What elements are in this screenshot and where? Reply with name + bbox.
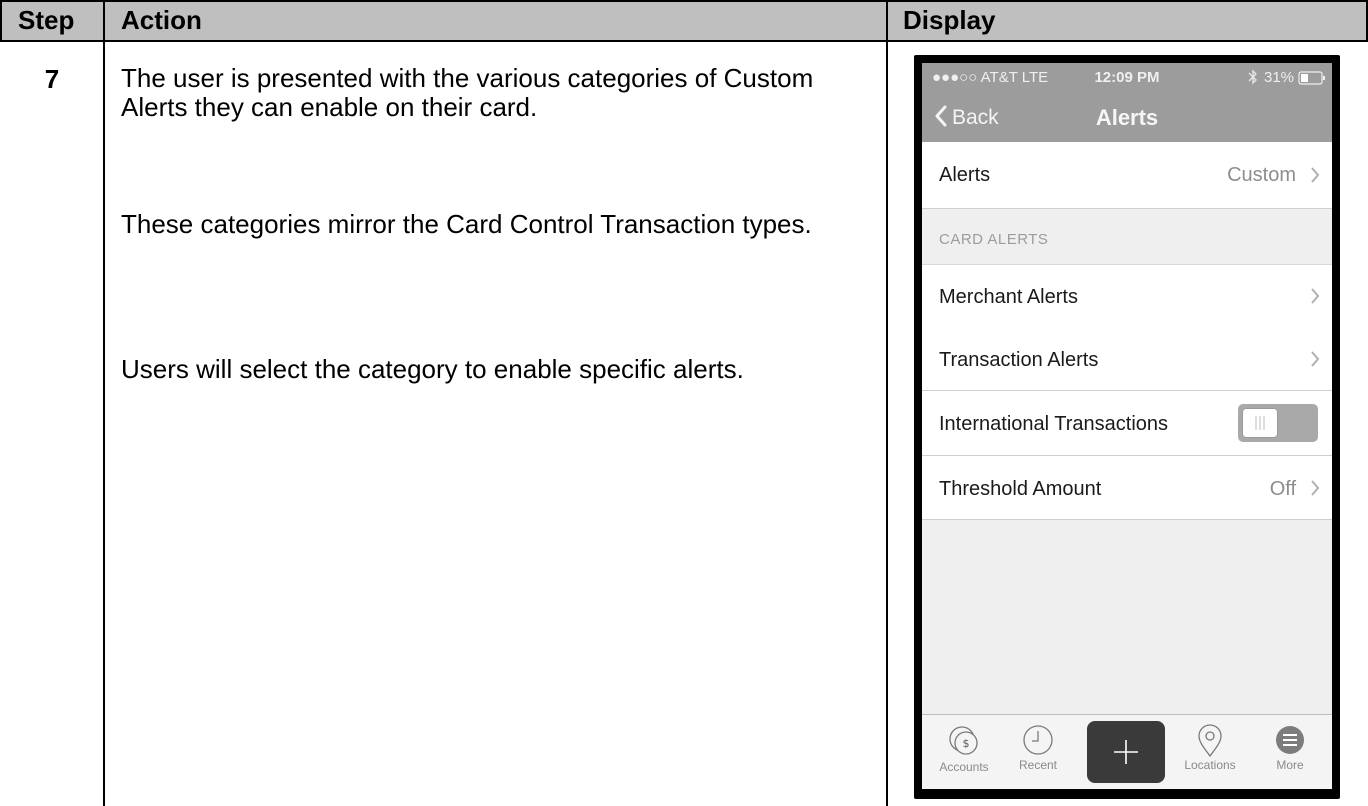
document-table: Step Action Display 7 The user is presen…: [0, 0, 1368, 806]
tab-more[interactable]: More: [1254, 723, 1326, 772]
chevron-right-icon: [1310, 166, 1320, 189]
transaction-alerts-label: Transaction Alerts: [939, 349, 1099, 371]
chevron-right-icon: [1310, 350, 1320, 373]
nav-bar: ●●●○○ AT&T LTE 12:09 PM 31% Back Alerts: [922, 63, 1332, 142]
step-number: 7: [44, 64, 60, 94]
header-bottom-border: [0, 40, 1368, 42]
header-display: Display: [903, 5, 996, 35]
threshold-amount-value: Off: [1269, 478, 1296, 500]
tab-locations-label: Locations: [1184, 758, 1236, 772]
battery-icon: [1298, 71, 1326, 90]
header-action: Action: [121, 5, 202, 35]
alerts-value: Custom: [1227, 164, 1296, 186]
international-transactions-label: International Transactions: [939, 413, 1169, 435]
tab-recent-label: Recent: [1018, 758, 1058, 772]
merchant-alerts-label: Merchant Alerts: [939, 286, 1078, 308]
col-divider-action: [886, 0, 888, 806]
action-paragraph-3: Users will select the category to enable…: [121, 354, 744, 384]
col-divider-step: [103, 0, 105, 806]
header-step: Step: [18, 5, 75, 35]
threshold-amount-label: Threshold Amount: [939, 478, 1102, 500]
tab-bar: $ Accounts Recent Locations More: [922, 714, 1332, 789]
phone-screen: ●●●○○ AT&T LTE 12:09 PM 31% Back Alerts: [922, 63, 1332, 789]
threshold-amount-row[interactable]: Threshold Amount Off: [922, 456, 1332, 520]
international-transactions-toggle[interactable]: [1238, 404, 1318, 442]
card-alerts-section-header: CARD ALERTS: [922, 209, 1332, 264]
battery-percent: 31%: [1264, 69, 1295, 86]
table-header-row: [0, 0, 1368, 40]
international-transactions-row: International Transactions: [922, 391, 1332, 456]
alerts-label: Alerts: [939, 164, 991, 186]
tab-locations[interactable]: Locations: [1174, 723, 1246, 772]
phone-screenshot: ●●●○○ AT&T LTE 12:09 PM 31% Back Alerts: [914, 55, 1340, 799]
tab-accounts-label: Accounts: [939, 760, 989, 774]
add-button[interactable]: [1087, 721, 1165, 783]
chevron-right-icon: [1310, 479, 1320, 502]
section-header-label: CARD ALERTS: [939, 231, 1049, 248]
alerts-row[interactable]: Alerts Custom: [922, 142, 1332, 209]
plus-icon: [1111, 737, 1141, 772]
toggle-knob: [1242, 408, 1278, 438]
chevron-right-icon: [1310, 287, 1320, 310]
bluetooth-icon: [1248, 69, 1258, 90]
action-paragraph-2: These categories mirror the Card Control…: [121, 209, 812, 239]
tab-more-label: More: [1276, 758, 1304, 772]
tab-accounts[interactable]: $ Accounts: [928, 723, 1000, 774]
tab-recent[interactable]: Recent: [1002, 723, 1074, 772]
merchant-alerts-row[interactable]: Merchant Alerts: [922, 264, 1332, 328]
nav-title: Alerts: [1095, 105, 1159, 130]
transaction-alerts-row[interactable]: Transaction Alerts: [922, 327, 1332, 391]
svg-text:$: $: [963, 737, 970, 750]
header-top-border: [0, 0, 1368, 2]
action-paragraph-1: The user is presented with the various c…: [121, 63, 814, 122]
col-divider-left: [0, 0, 2, 40]
